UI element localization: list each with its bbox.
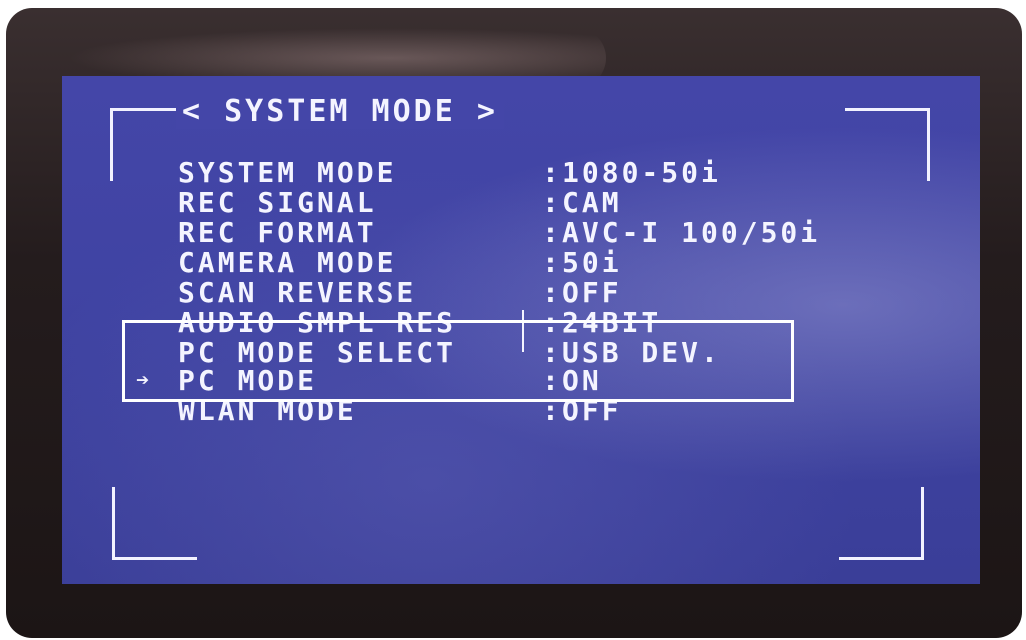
menu-row-label: AUDIO SMPL RES [178,306,457,339]
menu-row-separator: : [542,364,562,397]
menu-row-value: OFF [562,276,622,309]
menu-row-rec-format[interactable]: REC FORMAT : AVC-I 100/50i [178,218,817,248]
menu-row-value: ON [562,364,602,397]
menu-row-separator: : [542,186,562,219]
menu-row-separator: : [542,306,562,339]
frame-corner-top-right [845,108,930,181]
menu-row-value: CAM [562,186,622,219]
menu-row-label: SCAN REVERSE [178,276,417,309]
menu-row-value: 24BIT [562,306,662,339]
menu-row-scan-reverse[interactable]: SCAN REVERSE : OFF [178,278,619,308]
menu-row-wlan-mode[interactable]: WLAN MODE : OFF [178,396,619,426]
menu-row-rec-signal[interactable]: REC SIGNAL : CAM [178,188,619,218]
menu-row-pc-mode[interactable]: PC MODE : ON [178,366,599,396]
menu-row-label: REC FORMAT [178,216,377,249]
menu-row-label: PC MODE [178,364,318,397]
lcd-screen: < SYSTEM MODE > SYSTEM MODE : 1080-50i R… [62,76,980,584]
menu-row-value: 50i [562,246,622,279]
menu-row-label: WLAN MODE [178,394,357,427]
menu-row-audio-smpl-res[interactable]: AUDIO SMPL RES : 24BIT [178,308,658,338]
menu-row-label: SYSTEM MODE [178,156,397,189]
menu-title: < SYSTEM MODE > [176,94,504,129]
menu-row-separator: : [542,216,562,249]
menu-row-value: OFF [562,394,622,427]
menu-row-system-mode[interactable]: SYSTEM MODE : 1080-50i [178,158,718,188]
menu-row-label: REC SIGNAL [178,186,377,219]
menu-row-camera-mode[interactable]: CAMERA MODE : 50i [178,248,619,278]
menu-row-separator: : [542,156,562,189]
selection-cursor-icon: ➔ [136,368,153,393]
menu-row-separator: : [542,276,562,309]
menu-row-separator: : [542,246,562,279]
column-divider [522,310,524,352]
frame-corner-bottom-right [839,487,924,560]
menu-row-value: AVC-I 100/50i [562,216,821,249]
menu-row-label: CAMERA MODE [178,246,397,279]
menu-row-value: 1080-50i [562,156,721,189]
menu-row-separator: : [542,394,562,427]
